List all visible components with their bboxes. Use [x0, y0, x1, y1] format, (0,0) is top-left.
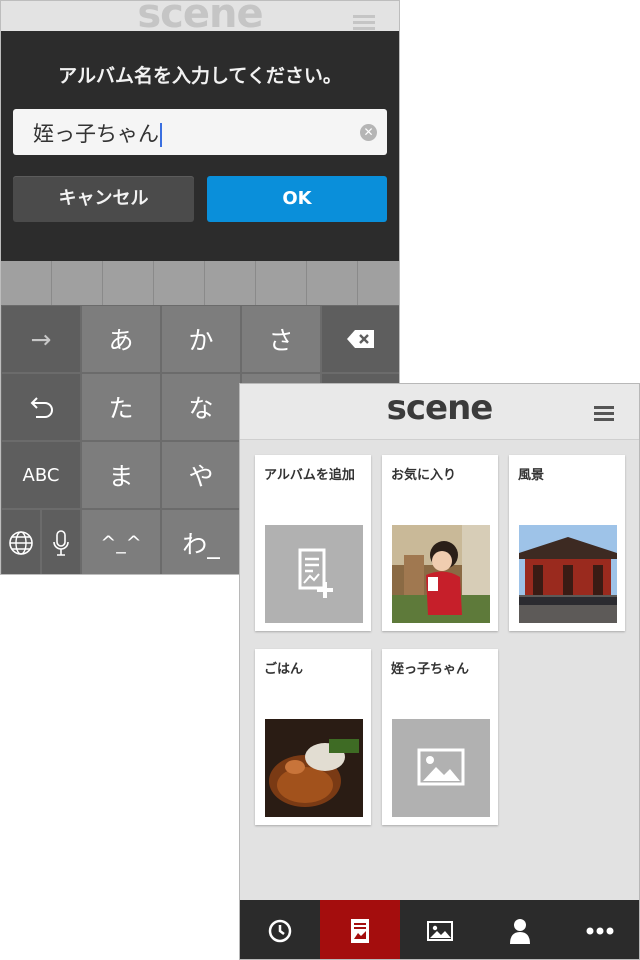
- album-card-favorites[interactable]: お気に入り: [382, 455, 498, 631]
- candidate-cell[interactable]: [1, 261, 52, 305]
- app-logo: scene: [386, 388, 494, 428]
- card-title: 風景: [518, 468, 545, 483]
- clock-icon: [268, 919, 292, 942]
- card-title: お気に入り: [391, 468, 457, 483]
- candidate-cell[interactable]: [103, 261, 154, 305]
- candidate-cell[interactable]: [256, 261, 307, 305]
- album-icon: [351, 918, 369, 943]
- tab-account[interactable]: [480, 900, 560, 959]
- microphone-icon: [53, 529, 69, 556]
- key-ka[interactable]: か: [161, 305, 241, 373]
- candidate-cell[interactable]: [205, 261, 256, 305]
- backspace-key[interactable]: [321, 305, 399, 373]
- abc-key[interactable]: ABC: [1, 441, 81, 509]
- app-header: scene: [240, 384, 639, 440]
- album-name-text: 姪っ子ちゃん: [33, 122, 159, 146]
- album-card-niece[interactable]: 姪っ子ちゃん: [382, 649, 498, 825]
- tab-photos[interactable]: [400, 900, 480, 959]
- bottom-tab-bar: [240, 900, 639, 959]
- food-photo: [265, 719, 363, 817]
- dialog-title: アルバム名を入力してください。: [58, 65, 342, 87]
- key-sa[interactable]: さ: [241, 305, 321, 373]
- text-caret: [160, 123, 162, 147]
- menu-icon[interactable]: [594, 406, 614, 422]
- card-title: ごはん: [264, 662, 304, 677]
- album-thumbnail: [392, 525, 490, 623]
- tab-more[interactable]: [560, 900, 639, 959]
- add-album-card[interactable]: アルバムを追加: [255, 455, 371, 631]
- ok-button[interactable]: OK: [207, 176, 387, 222]
- undo-icon: [30, 397, 53, 418]
- globe-key[interactable]: [1, 509, 41, 574]
- album-name-input[interactable]: 姪っ子ちゃん ✕: [13, 109, 387, 155]
- clear-input-icon[interactable]: ✕: [360, 124, 377, 141]
- photo-icon: [427, 920, 453, 941]
- backspace-icon: [347, 330, 374, 348]
- cancel-button[interactable]: キャンセル: [13, 176, 194, 222]
- album-name-dialog: アルバム名を入力してください。 姪っ子ちゃん ✕ キャンセル OK: [1, 31, 399, 261]
- globe-icon: [9, 530, 33, 555]
- key-emoticon[interactable]: ^_^: [81, 509, 161, 574]
- album-thumbnail: [265, 719, 363, 817]
- key-ya[interactable]: や: [161, 441, 241, 509]
- tab-history[interactable]: [240, 900, 320, 959]
- candidate-cell[interactable]: [307, 261, 358, 305]
- baby-photo: [392, 525, 490, 623]
- album-name-value: 姪っ子ちゃん: [33, 118, 162, 148]
- key-ta[interactable]: た: [81, 373, 161, 441]
- add-album-thumb: [265, 525, 363, 623]
- image-placeholder-icon: [417, 748, 465, 786]
- menu-icon[interactable]: [353, 15, 375, 30]
- microphone-key[interactable]: [41, 509, 81, 574]
- person-icon: [510, 918, 530, 944]
- key-ma[interactable]: ま: [81, 441, 161, 509]
- add-album-icon: [298, 548, 333, 598]
- album-thumbnail: [519, 525, 617, 623]
- key-a[interactable]: あ: [81, 305, 161, 373]
- album-card-scenery[interactable]: 風景: [509, 455, 625, 631]
- key-na[interactable]: な: [161, 373, 241, 441]
- album-card-food[interactable]: ごはん: [255, 649, 371, 825]
- key-arrow-right[interactable]: →: [1, 305, 81, 373]
- temple-photo: [519, 525, 617, 623]
- candidate-cell[interactable]: [52, 261, 103, 305]
- undo-key[interactable]: [1, 373, 81, 441]
- candidate-cell[interactable]: [358, 261, 399, 305]
- card-title: アルバムを追加: [264, 468, 355, 483]
- album-list-screen: scene アルバムを追加 お気に入り 風景 ごはん 姪っ子ちゃん: [239, 383, 640, 960]
- card-title: 姪っ子ちゃん: [391, 662, 470, 677]
- empty-album-thumb: [392, 719, 490, 817]
- app-header: scene: [1, 1, 399, 37]
- more-icon: [586, 927, 614, 934]
- candidate-bar: [1, 261, 399, 305]
- tab-albums[interactable]: [320, 900, 400, 959]
- candidate-cell[interactable]: [154, 261, 205, 305]
- key-wa[interactable]: わ_: [161, 509, 241, 574]
